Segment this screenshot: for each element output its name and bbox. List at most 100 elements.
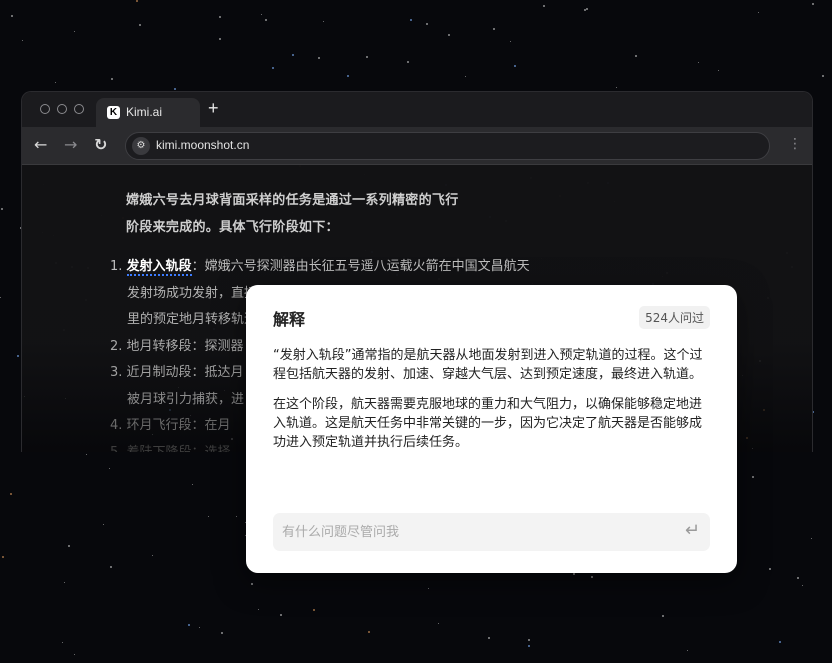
star bbox=[110, 566, 112, 568]
star bbox=[752, 476, 754, 478]
star bbox=[265, 19, 267, 21]
star bbox=[366, 56, 368, 58]
star bbox=[779, 641, 781, 643]
star bbox=[103, 524, 104, 525]
tab-bar: K Kimi.ai + bbox=[22, 92, 812, 127]
star bbox=[687, 650, 688, 651]
intro-line: 阶段来完成的。具体飞行阶段如下： bbox=[126, 220, 339, 235]
star bbox=[221, 632, 223, 634]
star bbox=[11, 15, 13, 17]
star bbox=[192, 484, 193, 485]
tab-kimi[interactable]: K Kimi.ai bbox=[96, 98, 200, 127]
star bbox=[17, 355, 19, 357]
star bbox=[55, 82, 56, 83]
star bbox=[323, 21, 324, 22]
kimi-logo-icon: K bbox=[107, 106, 120, 119]
star bbox=[152, 555, 153, 556]
star bbox=[251, 583, 253, 585]
star bbox=[514, 65, 516, 67]
tab-title: Kimi.ai bbox=[126, 105, 163, 119]
star bbox=[22, 40, 23, 41]
star bbox=[368, 631, 370, 633]
ask-input[interactable] bbox=[273, 513, 672, 551]
site-settings-icon[interactable]: ⚙ bbox=[132, 137, 150, 155]
more-options-icon[interactable]: ⋮ bbox=[788, 136, 802, 152]
popup-body: “发射入轨段”通常指的是航天器从地面发射到进入预定轨道的过程。这个过程包括航天器… bbox=[273, 346, 705, 463]
star bbox=[493, 28, 495, 30]
list-item: 1. 发射入轨段：嫦娥六号探测器由长征五号遥八运载火箭在中国文昌航天 bbox=[110, 254, 580, 281]
star bbox=[62, 642, 63, 643]
enter-send-icon[interactable]: ↵ bbox=[685, 520, 700, 541]
star bbox=[591, 576, 593, 578]
star bbox=[797, 577, 799, 579]
list-number: 1. bbox=[110, 259, 123, 274]
star bbox=[188, 624, 190, 626]
star bbox=[528, 645, 530, 647]
star bbox=[64, 582, 65, 583]
star bbox=[219, 16, 221, 18]
star bbox=[410, 19, 412, 21]
reload-icon[interactable]: ↻ bbox=[94, 135, 107, 154]
nav-bar: ← → ↻ ⚙ kimi.moonshot.cn ⋮ bbox=[22, 127, 812, 165]
star bbox=[2, 556, 4, 558]
star bbox=[347, 75, 349, 77]
back-arrow-icon[interactable]: ← bbox=[34, 135, 47, 154]
star bbox=[219, 38, 221, 40]
star bbox=[635, 55, 637, 57]
popup-title: 解释 bbox=[273, 310, 306, 329]
star bbox=[280, 614, 282, 616]
star bbox=[811, 538, 812, 539]
star bbox=[174, 88, 176, 90]
star bbox=[139, 24, 141, 26]
intro-paragraph: 嫦娥六号去月球背面采样的任务是通过一系列精密的飞行 阶段来完成的。具体飞行阶段如… bbox=[126, 187, 496, 241]
address-bar[interactable]: ⚙ kimi.moonshot.cn bbox=[125, 132, 770, 160]
list-item-text: ：嫦娥六号探测器由长征五号遥八运载火箭在中国文昌航天 bbox=[191, 259, 530, 274]
star bbox=[543, 5, 545, 7]
star bbox=[428, 588, 429, 589]
star bbox=[86, 454, 87, 455]
star bbox=[0, 297, 1, 298]
star bbox=[109, 468, 110, 469]
star bbox=[465, 76, 466, 77]
star bbox=[448, 34, 450, 36]
star bbox=[74, 654, 75, 655]
star bbox=[199, 627, 200, 628]
star bbox=[488, 637, 490, 639]
star bbox=[573, 573, 575, 575]
asked-count-badge: 524人问过 bbox=[639, 306, 710, 329]
explanation-paragraph: “发射入轨段”通常指的是航天器从地面发射到进入预定轨道的过程。这个过程包括航天器… bbox=[273, 348, 703, 382]
star bbox=[426, 23, 428, 25]
star bbox=[698, 62, 699, 63]
star bbox=[586, 8, 588, 10]
forward-arrow-icon[interactable]: → bbox=[64, 135, 77, 154]
window-maximize-button[interactable] bbox=[74, 104, 84, 114]
star bbox=[407, 61, 409, 63]
star bbox=[236, 516, 237, 517]
new-tab-button[interactable]: + bbox=[208, 98, 219, 119]
star bbox=[1, 208, 3, 210]
star bbox=[10, 493, 12, 495]
star bbox=[718, 70, 719, 71]
star bbox=[822, 75, 824, 77]
star bbox=[758, 12, 759, 13]
star bbox=[438, 623, 439, 624]
highlighted-term[interactable]: 发射入轨段 bbox=[126, 259, 192, 276]
star bbox=[769, 568, 771, 570]
star bbox=[318, 57, 320, 59]
star bbox=[68, 545, 70, 547]
ask-box: ↵ bbox=[273, 513, 710, 551]
star bbox=[662, 615, 664, 617]
star bbox=[136, 0, 138, 2]
star bbox=[510, 41, 511, 42]
star bbox=[208, 516, 209, 517]
window-close-button[interactable] bbox=[40, 104, 50, 114]
intro-line: 嫦娥六号去月球背面采样的任务是通过一系列精密的飞行 bbox=[126, 193, 459, 208]
star bbox=[802, 585, 803, 586]
star bbox=[272, 67, 274, 69]
star bbox=[261, 14, 262, 15]
star bbox=[74, 31, 75, 32]
star bbox=[616, 87, 617, 88]
star bbox=[528, 639, 530, 641]
star bbox=[292, 54, 294, 56]
window-minimize-button[interactable] bbox=[57, 104, 67, 114]
